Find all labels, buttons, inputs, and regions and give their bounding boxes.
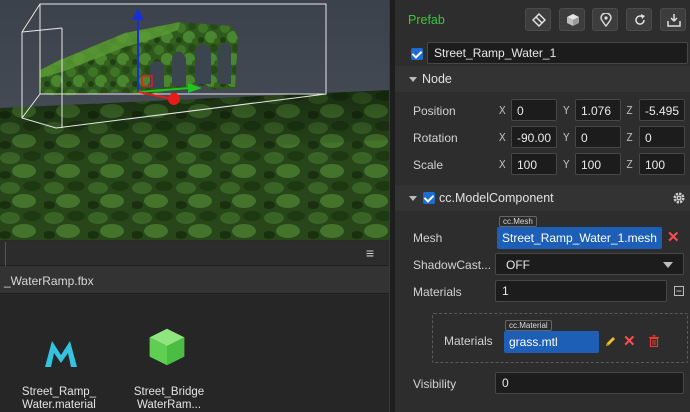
position-x-input[interactable]: 0: [511, 99, 557, 121]
mesh-remove-icon[interactable]: ✕: [667, 230, 680, 245]
materials-count-input[interactable]: 1: [495, 280, 667, 302]
eraser-icon: [532, 13, 546, 27]
axis-x-label: X: [499, 104, 506, 117]
material-list: Materials cc.Material grass.mtl ✕: [432, 313, 688, 363]
visibility-label: Visibility: [413, 377, 457, 391]
collapse-arrow-icon: [409, 196, 417, 201]
scale-z-input[interactable]: 100: [639, 153, 685, 175]
material-type-tag: cc.Material: [505, 320, 552, 331]
scale-y-input[interactable]: 100: [575, 153, 621, 175]
axis-z-label: Z: [626, 104, 633, 117]
component-title: cc.ModelComponent: [439, 191, 554, 205]
node-name-input[interactable]: Street_Ramp_Water_1: [427, 42, 688, 64]
rotation-x-input[interactable]: -90.00: [511, 126, 557, 148]
cube-icon: [567, 14, 579, 26]
locate-button[interactable]: [592, 8, 618, 31]
editor-window: ≡ _WaterRamp.fbx Street_Ramp_ Water.mate…: [0, 0, 690, 412]
axis-z-label: Z: [626, 158, 633, 171]
visibility-input[interactable]: 0: [495, 372, 684, 394]
shadow-cast-select[interactable]: OFF: [495, 253, 684, 275]
node-section-header[interactable]: Node: [395, 66, 690, 92]
position-y-input[interactable]: 1.076: [575, 99, 621, 121]
refresh-icon: [635, 14, 645, 25]
rotation-label: Rotation: [413, 131, 458, 145]
collapse-square-icon[interactable]: [674, 286, 684, 296]
assets-tab-bar: ≡: [0, 242, 389, 266]
gear-icon[interactable]: [672, 191, 686, 205]
rotation-z-input[interactable]: 0: [639, 126, 685, 148]
shadow-cast-label: ShadowCast...: [413, 258, 492, 272]
assets-path-label: _WaterRamp.fbx: [4, 274, 94, 288]
scene-viewport[interactable]: [0, 0, 389, 240]
asset-name: Street_Ramp_ Water.material: [21, 386, 97, 411]
position-z-input[interactable]: -5.495: [639, 99, 685, 121]
inspector-title: Prefab: [408, 13, 445, 27]
inspector-panel: Prefab Street_Ramp_Water_1 Node Position…: [395, 0, 690, 412]
mesh-type-tag: cc.Mesh: [499, 216, 537, 227]
edit-pencil-icon[interactable]: [604, 336, 616, 348]
material-asset-field[interactable]: grass.mtl: [504, 331, 599, 353]
material-remove-icon[interactable]: ✕: [623, 334, 636, 349]
collapse-arrow-icon: [409, 77, 417, 82]
scene-canvas[interactable]: [0, 0, 389, 240]
position-label: Position: [413, 104, 456, 118]
axis-x-label: X: [499, 158, 506, 171]
axis-y-label: Y: [563, 131, 570, 144]
component-enabled-checkbox[interactable]: [423, 192, 435, 204]
axis-x-label: X: [499, 131, 506, 144]
chevron-down-icon: [663, 262, 673, 268]
shadow-cast-value: OFF: [506, 258, 530, 272]
scale-label: Scale: [413, 158, 444, 172]
axis-z-label: Z: [626, 131, 633, 144]
download-icon: [667, 14, 681, 27]
node-active-checkbox[interactable]: [411, 48, 423, 60]
hamburger-menu-icon[interactable]: ≡: [363, 246, 377, 260]
trash-icon[interactable]: [648, 335, 660, 347]
rotation-y-input[interactable]: 0: [575, 126, 621, 148]
asset-name: Street_Bridge WaterRam...: [133, 386, 205, 411]
revert-button[interactable]: [626, 8, 652, 31]
assets-grid: Street_Ramp_ Water.material Street_Bridg…: [0, 295, 389, 412]
axis-y-label: Y: [563, 104, 570, 117]
material-item-label: Materials: [444, 334, 493, 348]
mesh-label: Mesh: [413, 231, 443, 245]
node-section-title: Node: [422, 72, 452, 86]
material-icon: [45, 341, 77, 367]
location-pin-icon: [600, 13, 612, 27]
assets-breadcrumb: _WaterRamp.fbx: [0, 266, 389, 294]
apply-button[interactable]: [660, 8, 686, 31]
assets-tab[interactable]: [0, 242, 6, 266]
materials-label: Materials: [413, 285, 462, 299]
prefab-cube-icon: [149, 328, 185, 366]
prefab-asset-button[interactable]: [559, 8, 585, 31]
eraser-button[interactable]: [525, 8, 551, 31]
scale-x-input[interactable]: 100: [511, 153, 557, 175]
axis-y-label: Y: [563, 158, 570, 171]
mesh-asset-field[interactable]: Street_Ramp_Water_1.mesh: [497, 227, 662, 249]
model-component-header[interactable]: cc.ModelComponent: [395, 185, 690, 211]
